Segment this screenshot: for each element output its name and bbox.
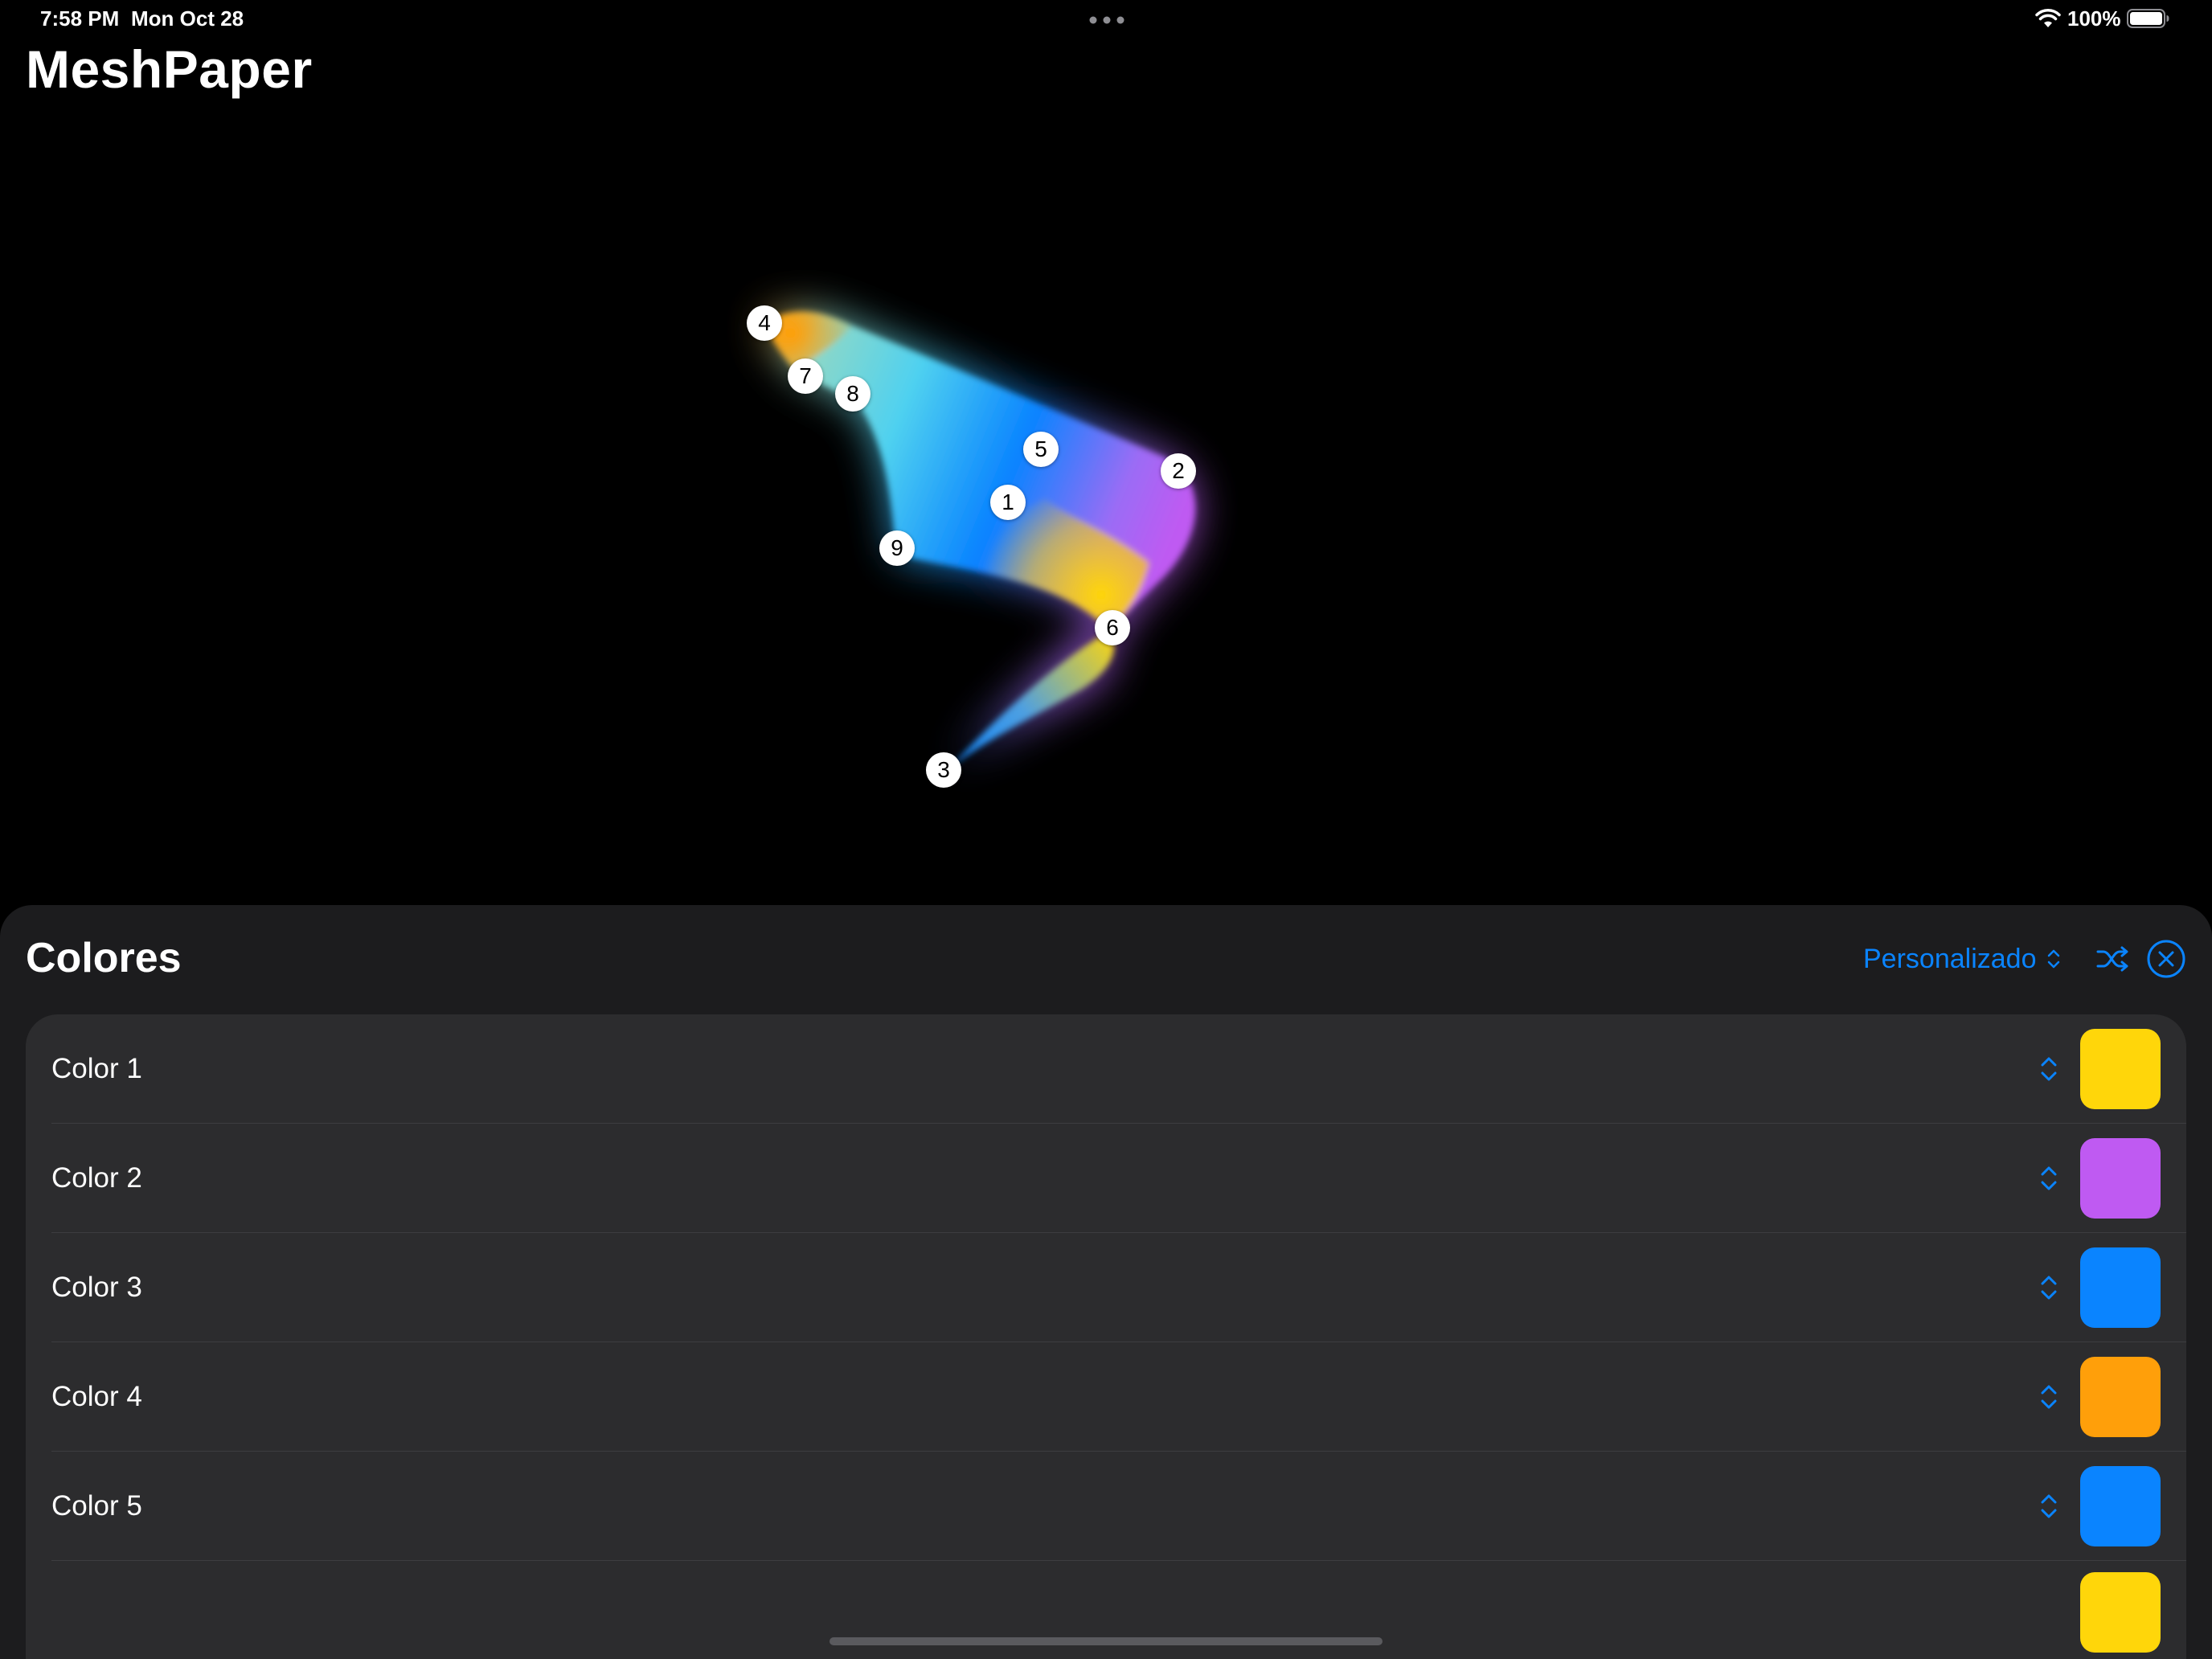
color-row[interactable]: Color 4	[26, 1342, 2186, 1452]
color-row-label: Color 4	[51, 1381, 142, 1412]
color-swatch[interactable]	[2080, 1029, 2161, 1109]
battery-percent: 100%	[2067, 6, 2121, 31]
status-date: Mon Oct 28	[131, 6, 244, 31]
color-swatch[interactable]	[2080, 1357, 2161, 1437]
color-row-label: Color 5	[51, 1490, 142, 1522]
mesh-point-handle[interactable]: 2	[1161, 453, 1196, 489]
mesh-gradient-shape	[764, 311, 1195, 770]
color-swatch[interactable]	[2080, 1466, 2161, 1546]
close-circle-icon	[2147, 940, 2185, 978]
close-button[interactable]	[2146, 939, 2186, 979]
mesh-gradient-canvas[interactable]: 1 2 3 4 5 6 7 8 9	[0, 96, 2212, 900]
sheet-title: Colores	[26, 935, 182, 981]
chevron-up-down-icon[interactable]	[2037, 1161, 2061, 1196]
shuffle-icon	[2096, 946, 2128, 972]
mesh-point-handle[interactable]: 6	[1095, 610, 1130, 645]
color-row[interactable]: Color 3	[26, 1233, 2186, 1342]
color-swatch[interactable]	[2080, 1572, 2161, 1653]
color-row-label: Color 2	[51, 1162, 142, 1194]
color-row-label: Color 1	[51, 1053, 142, 1084]
colors-sheet: Colores Personalizado Color 1 Color 2 Co…	[0, 905, 2212, 1659]
color-row-label: Color 3	[51, 1272, 142, 1303]
app-title: MeshPaper	[26, 39, 313, 99]
chevron-up-down-icon	[2048, 949, 2060, 969]
mesh-point-handle[interactable]: 1	[990, 485, 1026, 520]
home-indicator[interactable]	[830, 1637, 1382, 1645]
shuffle-button[interactable]	[2095, 940, 2132, 977]
color-row[interactable]: Color 1	[26, 1014, 2186, 1124]
wifi-icon	[2035, 9, 2061, 27]
chevron-up-down-icon[interactable]	[2037, 1379, 2061, 1415]
mesh-point-handle[interactable]: 9	[879, 530, 915, 566]
color-swatch[interactable]	[2080, 1247, 2161, 1328]
chevron-up-down-icon[interactable]	[2037, 1270, 2061, 1305]
chevron-up-down-icon[interactable]	[2037, 1051, 2061, 1087]
chevron-up-down-icon[interactable]	[2037, 1489, 2061, 1524]
color-swatch[interactable]	[2080, 1138, 2161, 1219]
mesh-point-handle[interactable]: 7	[788, 358, 823, 394]
color-row[interactable]: Color 5	[26, 1452, 2186, 1561]
battery-icon	[2127, 9, 2169, 28]
preset-picker-label: Personalizado	[1863, 943, 2037, 974]
mesh-point-handle[interactable]: 4	[747, 305, 782, 341]
mesh-point-handle[interactable]: 8	[835, 376, 870, 412]
preset-picker[interactable]: Personalizado	[1863, 940, 2062, 977]
mesh-point-handle[interactable]: 3	[926, 752, 961, 788]
status-bar: 7:58 PM Mon Oct 28 100%	[0, 0, 2212, 42]
multitask-dots-icon[interactable]	[1089, 16, 1124, 24]
color-row[interactable]: Color 2	[26, 1124, 2186, 1233]
mesh-point-handle[interactable]: 5	[1023, 432, 1059, 467]
color-list: Color 1 Color 2 Color 3 Color 4 Color 5	[26, 1014, 2186, 1659]
status-time: 7:58 PM	[40, 6, 120, 31]
